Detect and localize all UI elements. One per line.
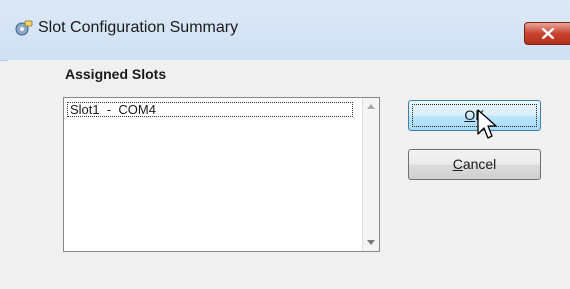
assigned-slots-listbox[interactable]: Slot1 - COM4: [63, 97, 380, 252]
list-item[interactable]: Slot1 - COM4: [67, 102, 353, 117]
cancel-button[interactable]: Cancel: [408, 149, 541, 180]
app-icon: [14, 19, 33, 38]
arrow-down-icon: [367, 240, 375, 245]
scroll-down-button[interactable]: [363, 234, 379, 251]
focus-rect: [412, 104, 537, 127]
mouse-cursor-icon: [477, 109, 497, 139]
vertical-scrollbar[interactable]: [362, 98, 379, 251]
title-bar: Slot Configuration Summary: [0, 0, 570, 61]
ok-button[interactable]: OK: [408, 100, 541, 131]
cancel-mnemonic: C: [452, 156, 463, 172]
close-button[interactable]: [524, 22, 570, 45]
assigned-slots-label: Assigned Slots: [65, 66, 167, 82]
scroll-up-button[interactable]: [363, 98, 379, 115]
close-icon: [542, 28, 554, 39]
arrow-up-icon: [367, 104, 375, 109]
window-title: Slot Configuration Summary: [38, 19, 239, 36]
cancel-label-rest: ancel: [462, 156, 497, 172]
